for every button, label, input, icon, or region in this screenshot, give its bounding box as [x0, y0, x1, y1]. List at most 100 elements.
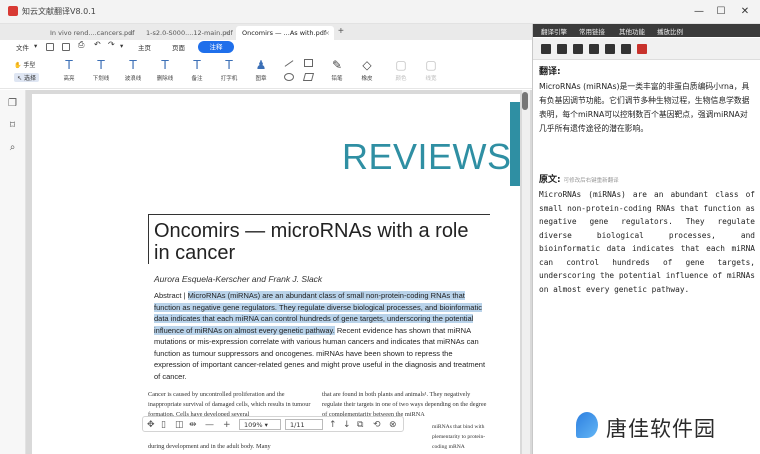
wavy-line-label: 波浪线 [124, 76, 142, 82]
layout-1-icon[interactable] [541, 44, 551, 54]
mail-icon[interactable] [637, 44, 647, 54]
pencil-label: 铅笔 [331, 76, 343, 82]
maximize-button[interactable]: ☐ [710, 4, 732, 20]
rectangle-tool[interactable] [304, 59, 313, 67]
ellipse-tool[interactable] [284, 73, 294, 81]
menu-page[interactable]: 页面 [172, 42, 185, 52]
line-width-label: 线宽 [425, 76, 437, 82]
tab-document-2[interactable]: 1-s2.0-S000....12-main.pdf × [140, 26, 234, 40]
layout-4-icon[interactable] [589, 44, 599, 54]
chevron-down-icon[interactable]: ▾ [120, 42, 123, 50]
menu-file[interactable]: 文件 [16, 42, 29, 52]
translation-heading: 翻译: [539, 67, 561, 77]
article-authors: Aurora Esquela-Kerscher and Frank J. Sla… [154, 274, 323, 284]
zoom-in-button[interactable]: + [223, 419, 231, 431]
zoom-value: 109% [244, 421, 263, 429]
hand-tool[interactable]: ✋ 手型 [14, 60, 35, 69]
close-icon[interactable]: ⊗ [389, 419, 397, 431]
move-icon[interactable]: ✥ [147, 419, 155, 431]
color-swatch-icon: ▢ [395, 58, 407, 72]
zoom-out-button[interactable]: — [205, 419, 214, 431]
original-text[interactable]: MicroRNAs (miRNAs) are an abundant class… [539, 188, 755, 296]
wavy-line-tool[interactable]: T 波浪线 [120, 58, 146, 86]
fit-width-icon[interactable]: ⇹ [189, 419, 197, 431]
vertical-scrollbar[interactable] [522, 90, 530, 454]
original-heading: 原文: 可修改后右键重新翻译 [539, 172, 619, 185]
single-page-icon[interactable]: ▯ [161, 419, 166, 431]
translation-engine-menu[interactable]: 翻译引擎 [541, 26, 567, 36]
redo-icon[interactable]: ↷ [108, 40, 115, 49]
stamp-tool[interactable]: ♟ 图章 [248, 58, 274, 86]
playback-ratio-menu[interactable]: 播放比例 [657, 26, 683, 36]
minimize-button[interactable]: — [688, 4, 710, 20]
document-viewer[interactable]: REVIEWS Oncomirs — microRNAs with a role… [26, 90, 532, 454]
typewriter-tool[interactable]: T 打字机 [216, 58, 242, 86]
open-file-icon[interactable] [46, 43, 54, 51]
color-label: 颜色 [395, 76, 407, 82]
lock-icon[interactable] [605, 44, 615, 54]
zoom-select[interactable]: 109% ▾ [239, 419, 281, 430]
pages-icon[interactable]: ❐ [7, 98, 18, 109]
strikethrough-tool[interactable]: T 删除线 [152, 58, 178, 86]
close-icon[interactable]: × [325, 26, 330, 40]
chevron-down-icon[interactable]: ▾ [34, 42, 37, 50]
select-tool[interactable]: ↖ 选择 [14, 73, 39, 82]
layout-2-icon[interactable] [557, 44, 567, 54]
close-icon[interactable]: × [225, 26, 230, 40]
eraser-label: 橡皮 [361, 76, 373, 82]
highlight-icon: T [65, 58, 73, 72]
search-icon[interactable]: ⌕ [7, 142, 18, 153]
delete-icon[interactable] [621, 44, 631, 54]
watermark-logo-icon [576, 412, 598, 438]
original-heading-label: 原文: [539, 175, 561, 185]
left-sidebar: ❐ ⌑ ⌕ [0, 90, 26, 454]
other-functions-menu[interactable]: 其他功能 [619, 26, 645, 36]
print-icon[interactable]: ⎙ [78, 40, 84, 50]
app-title: 知云文献翻译V8.0.1 [22, 7, 96, 16]
title-bar: 知云文献翻译V8.0.1 — ☐ ✕ [0, 0, 760, 24]
new-tab-button[interactable]: + [338, 26, 344, 37]
common-links-menu[interactable]: 常用链接 [579, 26, 605, 36]
close-icon[interactable]: × [129, 26, 134, 40]
hand-icon: ✋ [14, 62, 22, 69]
double-page-icon[interactable]: ◫ [175, 419, 184, 431]
pencil-tool[interactable]: ✎ 铅笔 [324, 58, 350, 86]
arrow-up-icon[interactable]: ↑ [329, 419, 337, 431]
menu-annotate[interactable]: 注释 [198, 41, 234, 53]
tab-document-1[interactable]: In vivo rend....cancers.pdf × [44, 26, 138, 40]
watermark-text: 唐佳软件园 [606, 417, 716, 441]
save-icon[interactable] [62, 43, 70, 51]
bookmark-icon[interactable]: ⌑ [7, 120, 18, 131]
original-hint: 可修改后右键重新翻译 [563, 178, 619, 184]
scrollbar-thumb[interactable] [522, 92, 528, 110]
typewriter-label: 打字机 [220, 76, 238, 82]
undo-icon[interactable]: ↶ [94, 40, 101, 49]
line-width-icon: ▢ [425, 58, 437, 72]
highlight-label: 高亮 [63, 76, 75, 82]
watermark: 唐佳软件园 [562, 404, 760, 454]
highlight-tool[interactable]: T 高亮 [56, 58, 82, 86]
eraser-tool[interactable]: ◇ 橡皮 [354, 58, 380, 86]
page-number-input[interactable]: 1/11 [285, 419, 323, 430]
chevron-down-icon: ▾ [264, 421, 268, 429]
copy-icon[interactable]: ⧉ [357, 419, 363, 431]
app-window: 知云文献翻译V8.0.1 — ☐ ✕ In vivo rend....cance… [0, 0, 760, 454]
article-abstract[interactable]: Abstract | MicroRNAs (miRNAs) are an abu… [154, 290, 490, 382]
translation-text[interactable]: MicroRNAs (miRNAs)是一类丰富的非蛋白质编码小rna，具有负基因… [539, 80, 755, 136]
note-tool[interactable]: T 备注 [184, 58, 210, 86]
line-tool[interactable] [284, 60, 294, 67]
layout-3-icon[interactable] [573, 44, 583, 54]
refresh-icon[interactable]: ⟲ [373, 419, 381, 431]
eraser-icon: ◇ [362, 58, 372, 72]
color-tool[interactable]: ▢ 颜色 [388, 58, 414, 86]
close-button[interactable]: ✕ [734, 4, 756, 20]
polygon-tool[interactable] [302, 73, 315, 81]
line-width-tool[interactable]: ▢ 线宽 [418, 58, 444, 86]
tab-document-3[interactable]: Oncomirs — ...As with.pdf × [236, 26, 334, 40]
tab-label: Oncomirs — ...As with.pdf [242, 29, 327, 37]
article-title: Oncomirs — microRNAs with a role in canc… [154, 220, 469, 264]
typewriter-icon: T [225, 58, 233, 72]
menu-home[interactable]: 主页 [138, 42, 151, 52]
arrow-down-icon[interactable]: ↓ [343, 419, 351, 431]
underline-tool[interactable]: T 下划线 [88, 58, 114, 86]
